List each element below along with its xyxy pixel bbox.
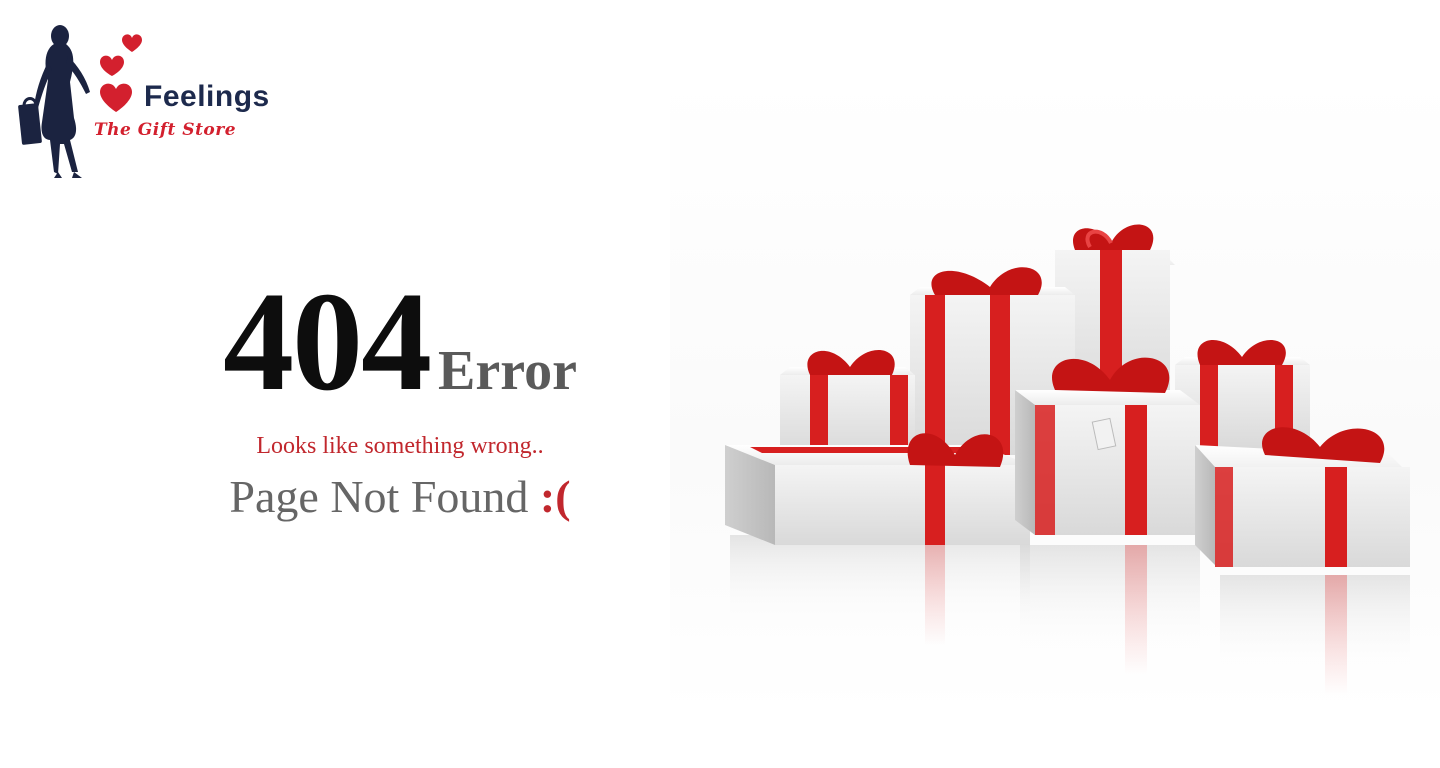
- error-subtitle: Looks like something wrong..: [256, 433, 544, 459]
- gift-boxes-image: [670, 75, 1440, 715]
- gift-boxes-illustration: [725, 224, 1410, 695]
- error-page-not-found: Page Not Found :(: [150, 474, 650, 520]
- site-logo[interactable]: Feelings The Gift Store: [14, 22, 294, 182]
- logo-brand-name: Feelings: [144, 80, 270, 113]
- sad-face-emoticon: :(: [539, 471, 571, 522]
- error-message-text: Page Not Found: [229, 471, 529, 522]
- logo-tagline: The Gift Store: [94, 120, 237, 140]
- error-heading: 404 Error: [150, 270, 650, 412]
- error-code: 404: [223, 262, 432, 420]
- error-word: Error: [438, 340, 577, 402]
- error-page: Feelings The Gift Store 404 Error Looks l…: [0, 0, 1440, 768]
- error-message-block: 404 Error Looks like something wrong.. Pa…: [150, 270, 650, 520]
